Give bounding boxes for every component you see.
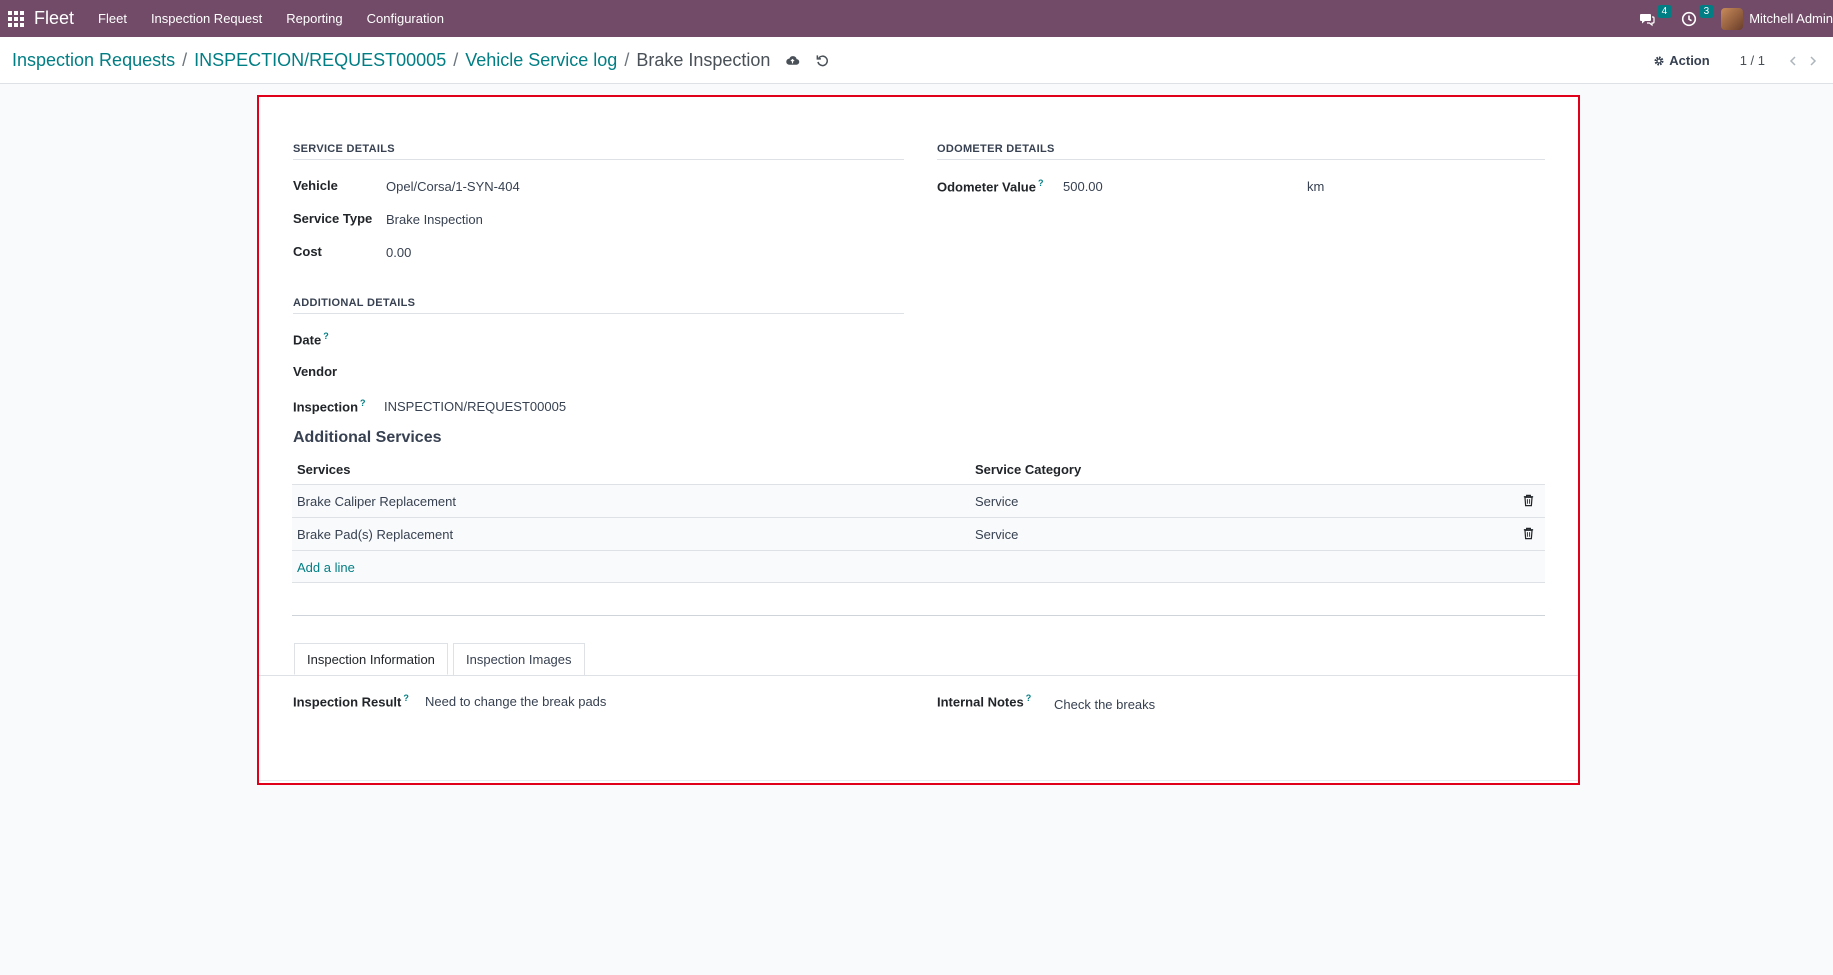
menu-fleet[interactable]: Fleet [98, 11, 127, 26]
breadcrumb-separator: / [182, 49, 188, 70]
inspection-field[interactable]: INSPECTION/REQUEST00005 [384, 399, 566, 414]
add-a-line-link[interactable]: Add a line [297, 560, 355, 575]
odometer-label: Odometer Value? [937, 178, 1044, 195]
section-divider [937, 159, 1545, 160]
table-row[interactable]: Brake Pad(s) Replacement Service [292, 517, 1545, 550]
service-type-field[interactable]: Brake Inspection [386, 212, 483, 227]
cost-label: Cost [293, 244, 322, 259]
date-field[interactable] [386, 332, 686, 348]
pager-previous-icon[interactable] [1787, 55, 1799, 67]
odometer-value-field[interactable]: 500.00 [1063, 179, 1103, 194]
discard-undo-icon[interactable] [814, 52, 830, 68]
help-tooltip-icon[interactable]: ? [323, 331, 329, 341]
help-tooltip-icon[interactable]: ? [403, 693, 409, 703]
breadcrumb-separator: / [453, 49, 459, 70]
menu-configuration[interactable]: Configuration [367, 11, 444, 26]
tab-inspection-images[interactable]: Inspection Images [453, 643, 585, 675]
help-tooltip-icon[interactable]: ? [1038, 178, 1044, 188]
odometer-details-title: ODOMETER DETAILS [937, 143, 1055, 155]
table-row[interactable]: Brake Caliper Replacement Service [292, 484, 1545, 517]
section-divider [293, 159, 904, 160]
section-divider [292, 615, 1545, 616]
trash-icon[interactable] [1522, 494, 1535, 507]
tab-inspection-information[interactable]: Inspection Information [294, 643, 448, 675]
tabs-divider [259, 675, 1578, 676]
section-divider [293, 313, 904, 314]
category-cell[interactable]: Service [975, 527, 1018, 542]
odometer-unit-field[interactable]: km [1307, 179, 1324, 194]
save-cloud-icon[interactable] [784, 52, 800, 68]
activities-button[interactable]: 3 [1679, 4, 1714, 29]
help-tooltip-icon[interactable]: ? [1026, 693, 1032, 703]
breadcrumb-separator: / [624, 49, 630, 70]
messages-count-badge: 4 [1657, 4, 1672, 18]
breadcrumb-inspection-request[interactable]: INSPECTION/REQUEST00005 [194, 50, 446, 71]
internal-notes-field[interactable]: Check the breaks [1054, 697, 1155, 712]
vendor-field[interactable] [386, 365, 686, 381]
navbar-systray: 4 3 Mitchell Admin [1637, 0, 1833, 37]
service-cell[interactable]: Brake Caliper Replacement [297, 494, 456, 509]
menu-reporting[interactable]: Reporting [286, 11, 342, 26]
breadcrumb-vehicle-service-log[interactable]: Vehicle Service log [465, 50, 617, 71]
user-avatar[interactable] [1721, 7, 1744, 30]
user-name[interactable]: Mitchell Admin [1749, 11, 1833, 26]
pager-value[interactable]: 1 / 1 [1740, 53, 1765, 68]
clock-icon [1682, 11, 1697, 26]
form-sheet: SERVICE DETAILS Vehicle Opel/Corsa/1-SYN… [257, 95, 1580, 785]
breadcrumb-current: Brake Inspection [636, 49, 771, 70]
vehicle-field[interactable]: Opel/Corsa/1-SYN-404 [386, 179, 520, 194]
cost-field[interactable]: 0.00 [386, 245, 411, 260]
inspection-label: Inspection? [293, 398, 366, 415]
control-panel-right: Action 1 / 1 [1653, 37, 1819, 84]
vehicle-label: Vehicle [293, 178, 338, 193]
breadcrumb-inspection-requests[interactable]: Inspection Requests [12, 50, 175, 71]
add-line-row: Add a line [292, 550, 1545, 583]
chat-icon [1640, 13, 1655, 26]
gear-icon [1654, 56, 1664, 65]
inspection-result-field[interactable]: Need to change the break pads [425, 694, 606, 709]
apps-grid-icon[interactable] [8, 10, 24, 27]
app-brand[interactable]: Fleet [34, 8, 74, 29]
help-tooltip-icon[interactable]: ? [360, 398, 366, 408]
trash-icon[interactable] [1522, 527, 1535, 540]
pager-next-icon[interactable] [1807, 55, 1819, 67]
breadcrumb: Inspection Requests / INSPECTION/REQUEST… [12, 50, 830, 71]
action-label: Action [1669, 53, 1710, 68]
inspection-result-label: Inspection Result? [293, 693, 409, 710]
messages-button[interactable]: 4 [1637, 4, 1672, 29]
service-category-column-header[interactable]: Service Category [975, 462, 1081, 477]
date-label: Date? [293, 331, 329, 348]
service-type-label: Service Type [293, 211, 373, 226]
menu-inspection-request[interactable]: Inspection Request [151, 11, 262, 26]
sheet-bottom-line [259, 780, 1578, 781]
internal-notes-label: Internal Notes? [937, 693, 1032, 710]
service-details-title: SERVICE DETAILS [293, 143, 395, 155]
vendor-label: Vendor [293, 364, 338, 379]
category-cell[interactable]: Service [975, 494, 1018, 509]
control-panel: Inspection Requests / INSPECTION/REQUEST… [0, 37, 1833, 84]
additional-details-title: ADDITIONAL DETAILS [293, 297, 416, 309]
top-navbar: Fleet Fleet Inspection Request Reporting… [0, 0, 1833, 37]
activities-count-badge: 3 [1699, 4, 1714, 18]
action-button[interactable]: Action [1653, 53, 1710, 68]
services-column-header[interactable]: Services [297, 462, 351, 477]
service-cell[interactable]: Brake Pad(s) Replacement [297, 527, 453, 542]
additional-services-heading: Additional Services [293, 429, 442, 446]
